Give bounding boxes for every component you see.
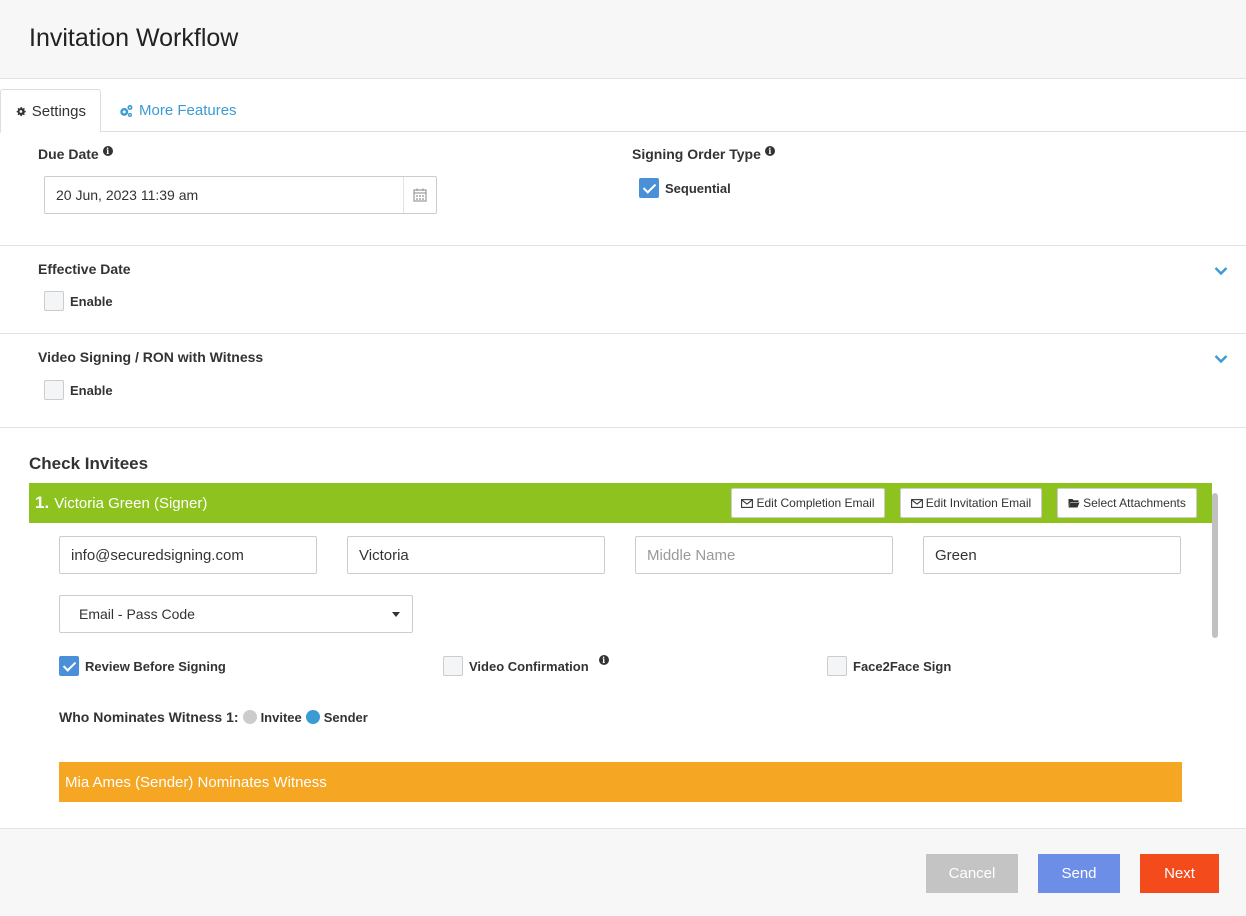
- edit-completion-email-label: Edit Completion Email: [756, 496, 875, 510]
- folder-open-icon: [1068, 499, 1080, 508]
- gears-icon: [120, 104, 133, 117]
- review-before-signing-row[interactable]: Review Before Signing: [59, 656, 226, 676]
- review-before-signing-label: Review Before Signing: [85, 658, 226, 674]
- caret-down-icon: [392, 612, 400, 617]
- divider: [0, 427, 1246, 428]
- signing-order-label-text: Signing Order Type: [632, 146, 761, 162]
- due-date-input[interactable]: 20 Jun, 2023 11:39 am: [44, 176, 437, 214]
- tab-more-features[interactable]: More Features: [104, 89, 251, 132]
- select-attachments-button[interactable]: Select Attachments: [1057, 488, 1197, 518]
- sequential-checkbox[interactable]: [639, 178, 659, 198]
- page-header: Invitation Workflow: [0, 0, 1246, 79]
- due-date-label: Due Date i: [38, 146, 113, 162]
- auth-method-value: Email - Pass Code: [79, 606, 195, 622]
- middle-name-field[interactable]: Middle Name: [635, 536, 893, 574]
- envelope-icon: [910, 498, 923, 508]
- last-name-field[interactable]: Green: [923, 536, 1181, 574]
- invitee-radio[interactable]: [242, 710, 257, 724]
- send-button[interactable]: Send: [1038, 854, 1120, 893]
- nominates-witness-banner: Mia Ames (Sender) Nominates Witness: [59, 762, 1182, 802]
- face2face-checkbox[interactable]: [827, 656, 847, 676]
- due-date-value: 20 Jun, 2023 11:39 am: [56, 187, 199, 203]
- face2face-label: Face2Face Sign: [853, 658, 952, 674]
- edit-completion-email-button[interactable]: Edit Completion Email: [731, 488, 885, 518]
- invitee-header-bar: 1. Victoria Green (Signer) Edit Completi…: [29, 483, 1212, 523]
- edit-invitation-email-button[interactable]: Edit Invitation Email: [900, 488, 1042, 518]
- next-button[interactable]: Next: [1140, 854, 1219, 893]
- video-signing-label: Video Signing / RON with Witness: [38, 349, 264, 365]
- gear-icon: [16, 106, 26, 116]
- video-signing-enable-row[interactable]: Enable: [44, 380, 113, 400]
- sequential-label: Sequential: [665, 180, 731, 196]
- witness-nominate-row: Who Nominates Witness 1: Invitee Sender: [59, 709, 368, 725]
- chevron-down-icon[interactable]: [1214, 266, 1228, 276]
- info-icon[interactable]: i: [102, 146, 113, 156]
- sequential-checkbox-row[interactable]: Sequential: [639, 178, 731, 198]
- tab-settings[interactable]: Settings: [0, 89, 101, 133]
- effective-date-label: Effective Date: [38, 261, 131, 277]
- email-field[interactable]: info@securedsigning.com: [59, 536, 317, 574]
- invitee-number: 1.: [35, 493, 50, 512]
- effective-date-enable-row[interactable]: Enable: [44, 291, 113, 311]
- page-title: Invitation Workflow: [29, 24, 239, 52]
- info-icon[interactable]: i: [764, 146, 775, 156]
- info-icon[interactable]: i: [598, 655, 609, 665]
- auth-method-select[interactable]: Email - Pass Code: [59, 595, 413, 633]
- video-confirmation-label: Video Confirmation: [469, 658, 589, 674]
- select-attachments-label: Select Attachments: [1083, 496, 1186, 510]
- footer: Cancel Send Next: [0, 828, 1246, 916]
- calendar-icon[interactable]: [403, 177, 436, 213]
- tab-settings-label: Settings: [31, 102, 86, 120]
- check-invitees-title: Check Invitees: [29, 454, 149, 473]
- witness-nominate-label: Who Nominates Witness 1:: [59, 709, 239, 725]
- effective-date-enable-checkbox[interactable]: [44, 291, 64, 311]
- invitee-name: Victoria Green (Signer): [54, 494, 208, 512]
- edit-invitation-email-label: Edit Invitation Email: [925, 496, 1032, 510]
- chevron-down-icon[interactable]: [1214, 354, 1228, 364]
- video-confirmation-checkbox[interactable]: [443, 656, 463, 676]
- video-signing-enable-label: Enable: [70, 382, 113, 398]
- effective-date-enable-label: Enable: [70, 293, 113, 309]
- envelope-icon: [741, 498, 754, 508]
- video-confirmation-row[interactable]: Video Confirmation i: [443, 655, 609, 676]
- tab-more-features-label: More Features: [139, 102, 237, 119]
- invitee-radio-label: Invitee: [260, 709, 302, 725]
- scrollbar-thumb[interactable]: [1212, 493, 1218, 638]
- sender-radio[interactable]: [305, 710, 320, 724]
- divider: [0, 245, 1246, 246]
- divider: [0, 333, 1246, 334]
- first-name-field[interactable]: Victoria: [347, 536, 605, 574]
- sender-radio-label: Sender: [323, 709, 368, 725]
- face2face-row[interactable]: Face2Face Sign: [827, 656, 951, 676]
- cancel-button[interactable]: Cancel: [926, 854, 1018, 893]
- due-date-label-text: Due Date: [38, 146, 99, 162]
- signing-order-label: Signing Order Type i: [632, 146, 775, 162]
- tab-bar: Settings More Features: [0, 89, 1246, 133]
- review-before-signing-checkbox[interactable]: [59, 656, 79, 676]
- video-signing-enable-checkbox[interactable]: [44, 380, 64, 400]
